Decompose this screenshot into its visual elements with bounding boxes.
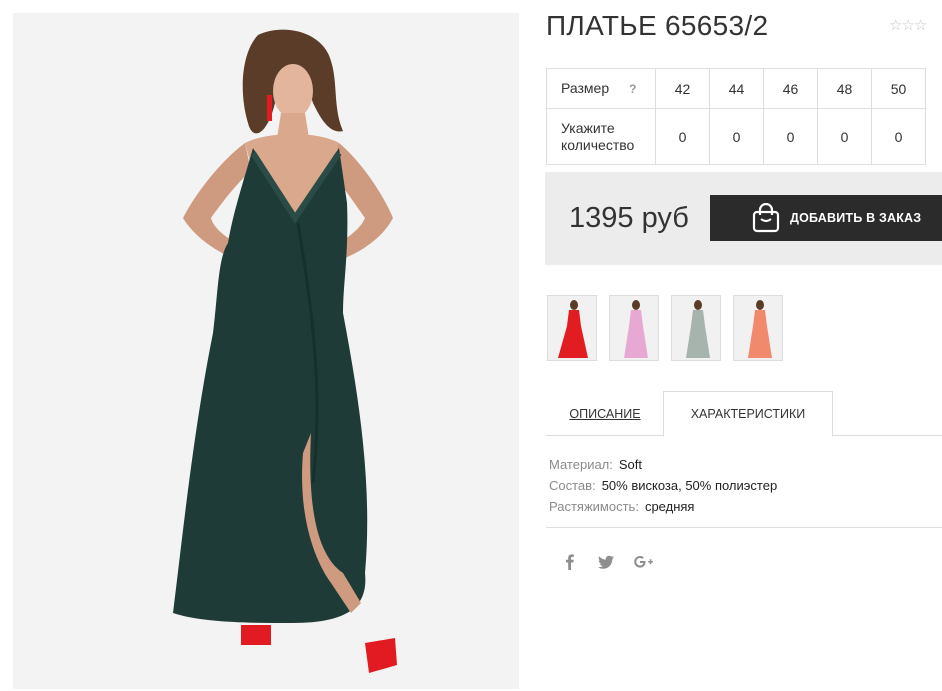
quantity-input[interactable]: 0 <box>655 108 710 165</box>
size-label: Размер <box>561 79 610 96</box>
size-cell: 42 <box>655 68 710 109</box>
divider <box>546 527 942 528</box>
size-label-cell: Размер? <box>546 68 656 109</box>
spec-value: 50% вискоза, 50% полиэстер <box>601 478 778 493</box>
star-outline-icon[interactable]: ☆ <box>889 17 902 34</box>
shopping-bag-icon <box>752 202 780 236</box>
facebook-icon[interactable] <box>560 552 580 572</box>
spec-value: средняя <box>644 499 695 514</box>
size-cell: 44 <box>709 68 764 109</box>
quantity-input[interactable]: 0 <box>871 108 926 165</box>
quantity-input[interactable]: 0 <box>817 108 872 165</box>
size-help-icon[interactable]: ? <box>629 81 636 98</box>
twitter-icon[interactable] <box>596 552 616 572</box>
specs-list: Материал: Soft Состав: 50% вискоза, 50% по… <box>549 454 777 517</box>
size-cell: 48 <box>817 68 872 109</box>
spec-value: Soft <box>618 457 643 472</box>
quantity-label-line1: Укажите <box>561 119 615 136</box>
tab-characteristics[interactable]: ХАРАКТЕРИСТИКИ <box>663 391 833 437</box>
quantity-label-line2: количество <box>561 136 635 153</box>
thumbnail-coral[interactable] <box>733 295 783 361</box>
size-cell: 46 <box>763 68 818 109</box>
quantity-input[interactable]: 0 <box>709 108 764 165</box>
spec-row: Материал: Soft <box>549 454 777 475</box>
spec-key: Состав: <box>549 478 596 493</box>
spec-row: Растяжимость: средняя <box>549 496 777 517</box>
product-title: ПЛАТЬЕ 65653/2 <box>546 10 769 41</box>
star-outline-icon[interactable]: ☆ <box>914 17 927 34</box>
thumbnail-red[interactable] <box>547 295 597 361</box>
add-to-order-button[interactable]: ДОБАВИТЬ В ЗАКАЗ <box>710 195 942 241</box>
size-row: Размер? 42 44 46 48 50 <box>546 68 926 109</box>
thumbnail-pink[interactable] <box>609 295 659 361</box>
tab-description[interactable]: ОПИСАНИЕ <box>546 392 664 436</box>
thumbnail-grey[interactable] <box>671 295 721 361</box>
quantity-label-cell: Укажите количество <box>546 108 656 165</box>
add-to-order-label: ДОБАВИТЬ В ЗАКАЗ <box>790 211 922 225</box>
quantity-row: Укажите количество 0 0 0 0 0 <box>546 108 926 165</box>
spec-row: Состав: 50% вискоза, 50% полиэстер <box>549 475 777 496</box>
price-box: 1395 руб ДОБАВИТЬ В ЗАКАЗ <box>545 172 942 265</box>
spec-key: Растяжимость: <box>549 499 639 514</box>
price: 1395 руб <box>569 202 689 234</box>
quantity-input[interactable]: 0 <box>763 108 818 165</box>
size-cell: 50 <box>871 68 926 109</box>
google-plus-icon[interactable] <box>633 552 653 572</box>
star-outline-icon[interactable]: ☆ <box>901 17 914 34</box>
rating-stars[interactable]: ☆☆☆ <box>889 16 927 34</box>
product-main-photo[interactable] <box>13 13 519 689</box>
spec-key: Материал: <box>549 457 613 472</box>
size-quantity-table: Размер? 42 44 46 48 50 Укажите количеств… <box>546 68 926 165</box>
